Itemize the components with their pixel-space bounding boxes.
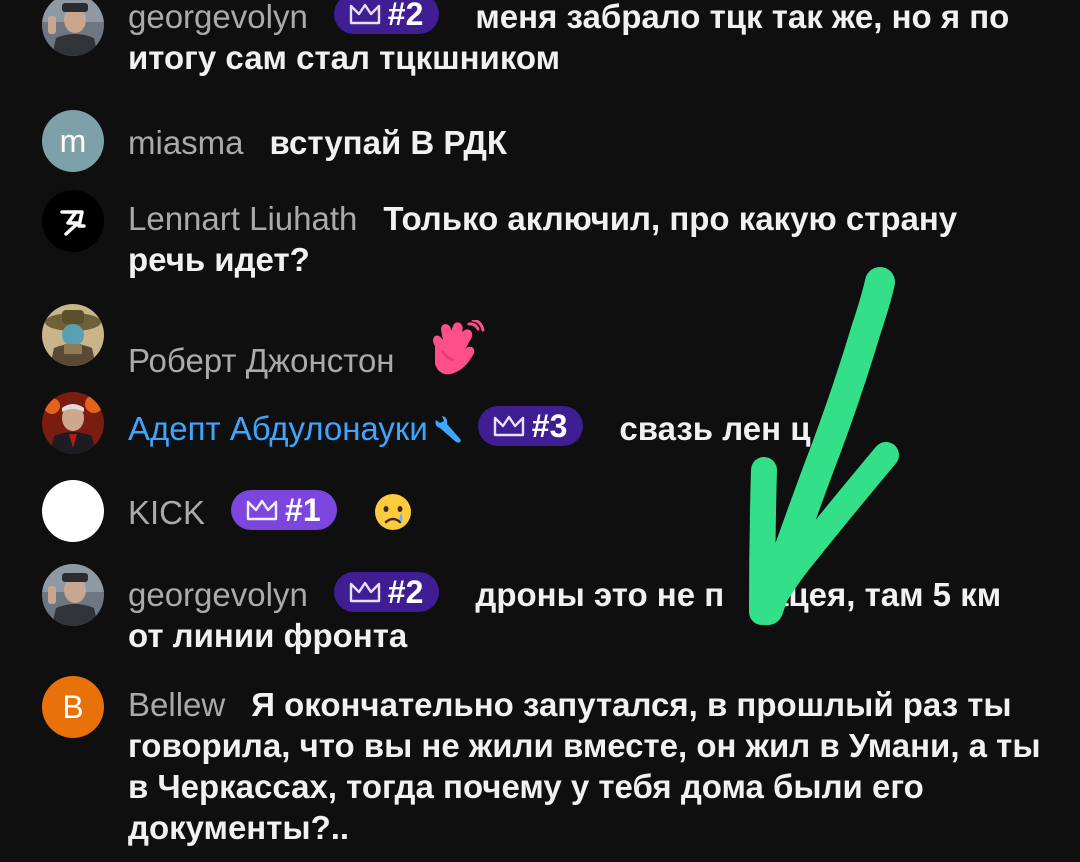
author-name[interactable]: miasma (128, 124, 244, 161)
badge-rank: #2 (387, 0, 424, 32)
message-body: miasma вступай В РДК (128, 122, 1042, 163)
letter-avatar[interactable]: B (42, 676, 104, 738)
message-body: KICK #1 (128, 490, 1042, 541)
membership-badge: #2 (333, 572, 440, 612)
author-name[interactable]: georgevolyn (128, 0, 308, 35)
badge-rank: #3 (531, 407, 568, 444)
message-text: вступай В РДК (269, 124, 508, 161)
waving-hand-emoji (421, 318, 485, 389)
badge-rank: #1 (285, 491, 321, 528)
message-body: georgevolyn #2 дроны это не п ацея, там 5 … (128, 572, 1042, 656)
crown-icon (349, 3, 380, 25)
photo-avatar-icon[interactable] (42, 564, 104, 626)
message-body: Lennart Liuhath Только аключил, про какую… (128, 198, 1042, 280)
author-name[interactable]: Роберт Джонстон (128, 342, 395, 379)
author-name[interactable]: KICK (128, 494, 205, 531)
crown-icon (493, 415, 524, 437)
message-body: georgevolyn #2 меня забрало тцк так же, но… (128, 0, 1042, 78)
message-text: Я окончательно запутался, в прошлый раз … (128, 686, 1041, 846)
photo-avatar-icon[interactable] (42, 304, 104, 366)
photo-avatar-icon[interactable] (42, 0, 104, 56)
membership-badge: #3 (477, 406, 584, 446)
message-body: Роберт Джонстон (128, 318, 1042, 389)
author-name[interactable]: georgevolyn (128, 576, 308, 613)
letter-avatar[interactable]: m (42, 110, 104, 172)
crown-icon (246, 499, 278, 521)
membership-badge: #1 (231, 490, 337, 530)
membership-badge: #2 (333, 0, 440, 34)
message-body: Адепт Абдулонауки #3 свазь лен ц (128, 406, 1042, 449)
avatar-letter: m (59, 122, 87, 159)
crown-icon (349, 581, 380, 603)
wrench-icon (435, 416, 461, 443)
lightning-logo-icon[interactable] (42, 190, 104, 252)
message-body: Bellew Я окончательно запутался, в прошлы… (128, 684, 1042, 848)
message-text: свазь лен ц (619, 410, 811, 447)
crying-face-emoji (373, 492, 413, 541)
blank-avatar-icon[interactable] (42, 480, 104, 542)
author-name: Адепт Абдулонауки (128, 410, 428, 447)
moderator-author-name[interactable]: Адепт Абдулонауки (128, 410, 464, 447)
badge-rank: #2 (387, 573, 424, 610)
live-chat-list: georgevolyn #2 меня забрало тцк так же, но… (0, 0, 1080, 862)
author-name[interactable]: Bellew (128, 686, 225, 723)
author-name[interactable]: Lennart Liuhath (128, 200, 357, 237)
photo-avatar-icon[interactable] (42, 392, 104, 454)
avatar-letter: B (62, 688, 84, 725)
